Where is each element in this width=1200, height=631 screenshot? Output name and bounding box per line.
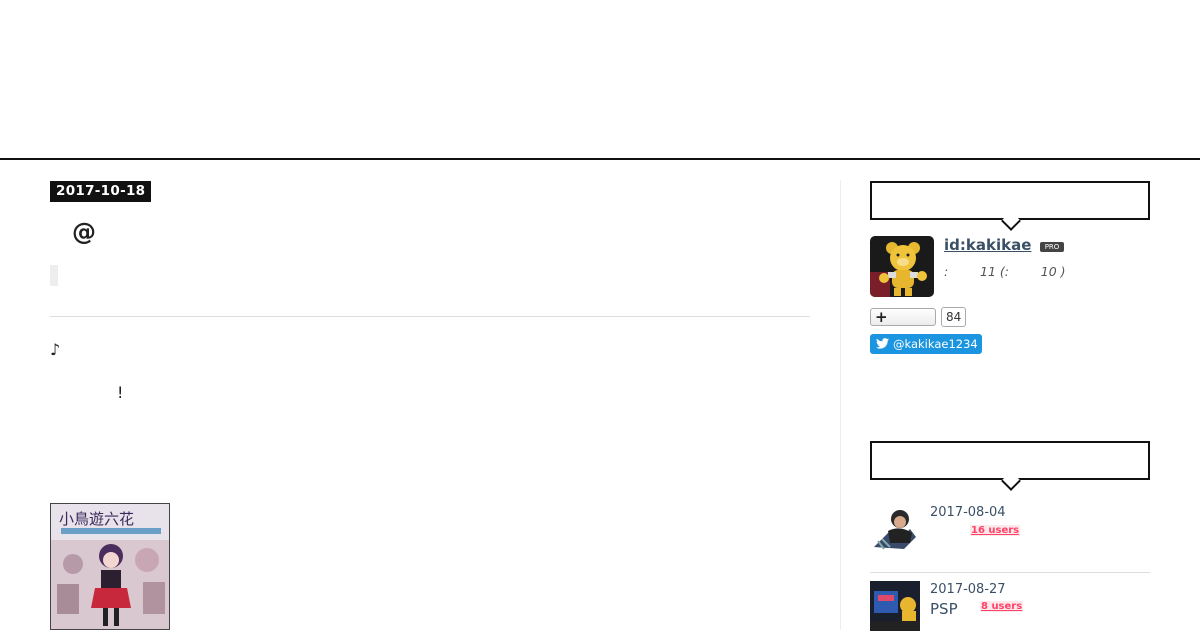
bookmark-users-badge[interactable]: 16 users <box>970 525 1021 536</box>
twitter-handle: @kakikae1234 <box>893 337 978 351</box>
entry-title[interactable]: @ <box>72 218 96 246</box>
entry-thumbnail-image <box>870 581 920 631</box>
column-separator <box>840 180 841 630</box>
entry-body-line: ♪ <box>50 340 61 359</box>
entry-list-divider <box>870 572 1150 573</box>
book-cover-illustration: 小鳥遊六花 <box>51 504 169 629</box>
plus-icon: + <box>875 308 888 326</box>
entry-header-divider <box>50 316 810 317</box>
blog-header <box>0 0 1200 158</box>
hatena-bookmark-button[interactable]: + <box>870 308 936 326</box>
entry-category[interactable] <box>50 265 58 286</box>
entry-date[interactable]: 2017-10-18 <box>50 181 152 202</box>
header-divider <box>0 158 1200 160</box>
profile-avatar[interactable] <box>870 236 934 297</box>
recent-entry-date: 2017-08-27 <box>930 582 1006 597</box>
profile-module-heading <box>870 181 1150 220</box>
entry-thumbnail[interactable] <box>870 503 920 553</box>
svg-text:小鳥遊六花: 小鳥遊六花 <box>59 510 134 528</box>
pro-badge: PRO <box>1040 242 1064 252</box>
twitter-bird-icon <box>876 338 889 349</box>
entry-thumbnail[interactable] <box>870 581 920 631</box>
book-cover-image[interactable]: 小鳥遊六花 <box>50 503 170 630</box>
profile-user-id-link[interactable]: id:kakikae <box>944 236 1031 254</box>
entry-body-line: ! <box>117 383 124 402</box>
profile-stats: : 11 (: 10 ) <box>944 264 1066 279</box>
recent-entries-module-heading <box>870 441 1150 480</box>
twitter-follow-button[interactable]: @kakikae1234 <box>870 334 982 354</box>
bookmark-count[interactable]: 84 <box>941 307 967 327</box>
entry-thumbnail-image <box>870 503 920 553</box>
bear-figure-avatar <box>870 236 934 297</box>
recent-entry-title[interactable]: PSP <box>930 600 958 618</box>
bookmark-users-badge[interactable]: 8 users <box>980 601 1024 612</box>
recent-entry-date: 2017-08-04 <box>930 505 1006 520</box>
